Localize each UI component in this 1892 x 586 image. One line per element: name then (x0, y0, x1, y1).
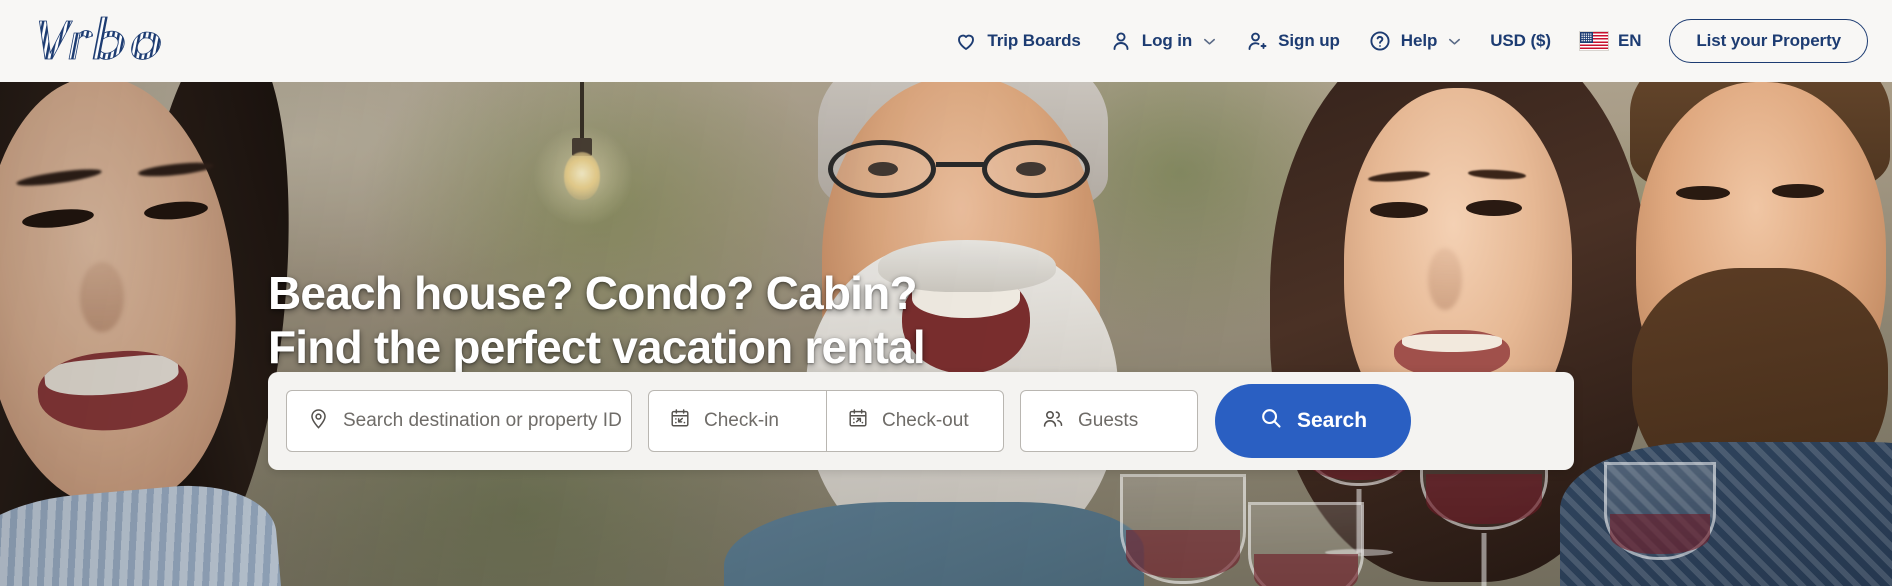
checkout-field[interactable]: Check-out (826, 391, 1003, 451)
page-title: Beach house? Condo? Cabin? Find the perf… (268, 267, 926, 373)
user-icon (1109, 29, 1133, 53)
date-range-group: Check-in Check-out (648, 390, 1004, 452)
checkin-field[interactable]: Check-in (649, 391, 826, 451)
nav-currency[interactable]: USD ($) (1476, 23, 1565, 59)
hero-heading-line-1: Beach house? Condo? Cabin? (268, 267, 918, 319)
us-flag-icon (1578, 31, 1609, 51)
currency-label: USD ($) (1490, 31, 1551, 50)
destination-input-placeholder: Search destination or property ID (343, 410, 622, 431)
chevron-down-icon (1202, 34, 1217, 49)
nav-login-label: Log in (1141, 31, 1193, 50)
nav-login[interactable]: Log in (1095, 21, 1231, 61)
header-nav: Trip Boards Log in Sign up Help USD ($) … (940, 0, 1868, 82)
list-your-property-button[interactable]: List your Property (1669, 19, 1868, 63)
hero-heading-block: Beach house? Condo? Cabin? Find the perf… (268, 267, 926, 373)
nav-trip-boards-label: Trip Boards (987, 31, 1081, 50)
destination-input[interactable]: Search destination or property ID (286, 390, 632, 452)
search-panel: Search destination or property ID Check-… (268, 372, 1574, 470)
calendar-arrow-out-icon (847, 407, 869, 435)
question-circle-icon (1368, 29, 1392, 53)
guests-placeholder: Guests (1078, 410, 1139, 431)
search-button-label: Search (1297, 409, 1368, 432)
hero-banner: Beach house? Condo? Cabin? Find the perf… (0, 82, 1892, 586)
user-plus-icon (1245, 29, 1269, 53)
calendar-arrow-in-icon (669, 407, 691, 435)
language-label: EN (1617, 31, 1642, 50)
heart-icon (954, 29, 978, 53)
chevron-down-icon (1447, 34, 1462, 49)
checkin-placeholder: Check-in (704, 410, 779, 431)
site-header: Trip Boards Log in Sign up Help USD ($) … (0, 0, 1892, 82)
vrbo-logo[interactable] (28, 10, 188, 68)
nav-language[interactable]: EN (1565, 23, 1655, 59)
nav-help[interactable]: Help (1354, 21, 1476, 61)
hero-heading-line-2: Find the perfect vacation rental (268, 321, 926, 373)
checkout-placeholder: Check-out (882, 410, 969, 431)
nav-help-label: Help (1400, 31, 1438, 50)
nav-trip-boards[interactable]: Trip Boards (940, 21, 1094, 61)
search-button[interactable]: Search (1215, 384, 1412, 458)
search-icon (1259, 406, 1283, 436)
map-pin-icon (307, 407, 330, 436)
guests-icon (1041, 406, 1065, 436)
guests-field[interactable]: Guests (1020, 390, 1198, 452)
nav-signup-label: Sign up (1278, 31, 1340, 50)
nav-signup[interactable]: Sign up (1231, 21, 1354, 61)
